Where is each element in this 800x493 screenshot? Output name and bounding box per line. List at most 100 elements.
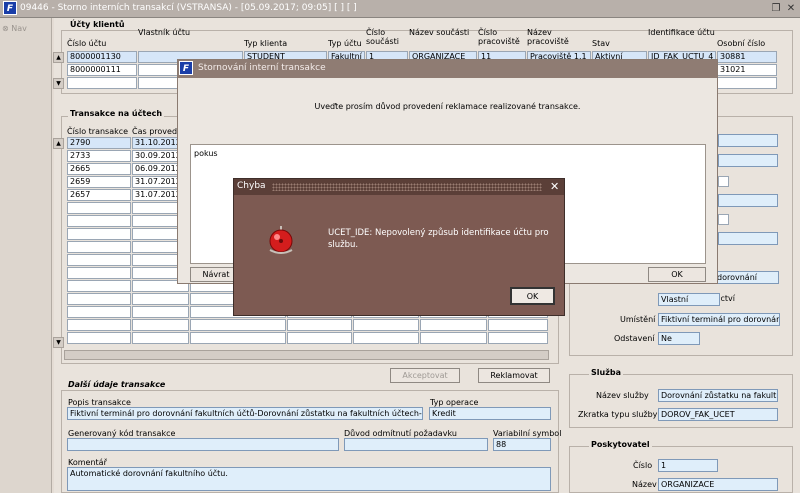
accounts-cell[interactable]: 31021 — [717, 64, 777, 76]
nazev-sluzby-label: Název služby — [596, 391, 649, 400]
window-titlebar: F 09446 - Storno interních transakcí (VS… — [0, 0, 800, 18]
transactions-scroll-up-icon[interactable]: ▲ — [53, 138, 64, 149]
accept-button[interactable]: Akceptovat — [390, 368, 460, 383]
transactions-cell[interactable] — [420, 319, 487, 331]
odstaveni-label: Odstavení — [614, 334, 655, 343]
accounts-scroll-up-icon[interactable]: ▲ — [53, 52, 64, 63]
restore-icon[interactable]: ❐ — [770, 3, 782, 15]
odstaveni-field[interactable]: Ne — [658, 332, 700, 345]
accounts-col-header: Číslo účtu — [67, 39, 107, 48]
transactions-cell[interactable] — [67, 319, 131, 331]
komentar-field[interactable]: Automatické dorovnání fakultního účtu. — [67, 467, 551, 491]
transactions-cell[interactable] — [132, 293, 189, 305]
umisteni-field[interactable]: Fiktivní terminál pro dorovnání — [658, 313, 780, 326]
right-field-3[interactable] — [718, 194, 778, 207]
transactions-cell[interactable]: 2657 — [67, 189, 131, 201]
nazev-sluzby-field[interactable]: Dorovnání zůstatku na fakultní — [658, 389, 778, 402]
transactions-cell[interactable] — [420, 332, 487, 344]
accounts-col-header: Identifikace účtu — [648, 28, 715, 37]
transactions-cell[interactable] — [67, 254, 131, 266]
transactions-hscrollbar[interactable] — [64, 350, 549, 360]
transactions-cell[interactable] — [132, 332, 189, 344]
transactions-cell[interactable] — [287, 332, 352, 344]
accounts-col-header: Název součásti — [409, 28, 470, 37]
right-checkbox-2[interactable] — [718, 214, 729, 225]
transactions-cell[interactable] — [67, 202, 131, 214]
transactions-cell[interactable] — [67, 228, 131, 240]
transactions-cell[interactable]: 2733 — [67, 150, 131, 162]
transactions-cell[interactable] — [287, 319, 352, 331]
transactions-scroll-down-icon[interactable]: ▼ — [53, 337, 64, 348]
popis-label: Popis transakce — [68, 398, 131, 407]
error-ok-button[interactable]: OK — [510, 287, 555, 305]
transactions-cell[interactable] — [67, 241, 131, 253]
close-icon[interactable]: ✕ — [785, 3, 797, 15]
accounts-col-header: Typ účtu — [328, 39, 362, 48]
left-toolbar — [0, 18, 52, 493]
error-close-icon[interactable]: ✕ — [550, 180, 559, 193]
nazev-field[interactable]: ORGANIZACE — [658, 478, 778, 491]
transactions-cell[interactable] — [67, 280, 131, 292]
right-checkbox-1[interactable] — [718, 176, 729, 187]
right-snippet-field[interactable]: dorovnání — [714, 271, 779, 284]
typ-operace-field[interactable]: Kredit — [429, 407, 551, 420]
transactions-cell[interactable] — [67, 332, 131, 344]
transactions-cell[interactable] — [67, 267, 131, 279]
transactions-cell[interactable] — [67, 215, 131, 227]
error-dialog-title: Chyba — [237, 181, 266, 191]
reason-text: pokus — [194, 149, 218, 158]
transactions-cell[interactable] — [190, 332, 286, 344]
popis-field[interactable]: Fiktivní terminál pro dorovnání fakultní… — [67, 407, 423, 420]
nav-label: Nav — [11, 24, 27, 33]
transactions-cell[interactable]: 2790 — [67, 137, 131, 149]
accounts-cell[interactable]: 8000001130 — [67, 51, 137, 63]
kod-field[interactable] — [67, 438, 339, 451]
accounts-scroll-down-icon[interactable]: ▼ — [53, 78, 64, 89]
transactions-cell[interactable]: 2665 — [67, 163, 131, 175]
cislo-field[interactable]: 1 — [658, 459, 718, 472]
storno-dialog-header: F Stornování interní transakce — [178, 60, 717, 78]
transactions-cell[interactable] — [132, 319, 189, 331]
transactions-cell[interactable]: 2659 — [67, 176, 131, 188]
storno-prompt: Uveďte prosím důvod provedení reklamace … — [314, 102, 581, 111]
nazev-label: Název — [632, 480, 657, 489]
complain-button[interactable]: Reklamovat — [478, 368, 550, 383]
accounts-col-header: Osobní číslo — [717, 39, 766, 48]
storno-logo-icon: F — [179, 61, 193, 75]
transactions-cell[interactable] — [132, 306, 189, 318]
transactions-cell[interactable] — [488, 332, 548, 344]
details-title: Další údaje transakce — [68, 380, 166, 389]
accounts-cell[interactable] — [67, 77, 137, 89]
cislo-label: Číslo — [633, 461, 653, 470]
transactions-cell[interactable] — [190, 319, 286, 331]
typ-vlastnictvi-field[interactable]: Vlastní — [658, 293, 720, 306]
right-field-4[interactable] — [718, 232, 778, 245]
nav-button[interactable]: ⊗ Nav — [2, 24, 27, 33]
sluzba-title: Služba — [589, 368, 623, 377]
transactions-cell[interactable] — [488, 319, 548, 331]
accounts-cell[interactable] — [717, 77, 777, 89]
kod-label: Generovaný kód transakce — [68, 429, 176, 438]
storno-ok-button[interactable]: OK — [648, 267, 706, 282]
zkratka-field[interactable]: DOROV_FAK_UCET — [658, 408, 778, 421]
accounts-cell[interactable]: 8000000111 — [67, 64, 137, 76]
transactions-col-header: Číslo transakce — [67, 127, 129, 136]
alarm-bell-icon — [266, 223, 296, 257]
duvod-field[interactable] — [344, 438, 488, 451]
transactions-title: Transakce na účtech — [68, 109, 165, 118]
transactions-cell[interactable] — [353, 319, 419, 331]
window-title: 09446 - Storno interních transakcí (VSTR… — [20, 3, 357, 13]
accounts-col-header: Typ klienta — [244, 39, 288, 48]
right-field-2[interactable] — [718, 154, 778, 167]
accounts-col-header: Stav — [592, 39, 610, 48]
transactions-cell[interactable] — [353, 332, 419, 344]
accounts-col-header: Vlastník účtu — [138, 28, 191, 37]
right-field-1[interactable] — [718, 134, 778, 147]
typ-operace-label: Typ operace — [430, 398, 479, 407]
accounts-cell[interactable]: 30881 — [717, 51, 777, 63]
transactions-cell[interactable] — [67, 306, 131, 318]
nav-icon: ⊗ — [2, 24, 9, 33]
variabilni-symbol-field[interactable]: 88 — [493, 438, 551, 451]
error-dialog: Chyba ✕ UCET_IDE: Nepovolený způsub iden… — [233, 178, 565, 316]
transactions-cell[interactable] — [67, 293, 131, 305]
